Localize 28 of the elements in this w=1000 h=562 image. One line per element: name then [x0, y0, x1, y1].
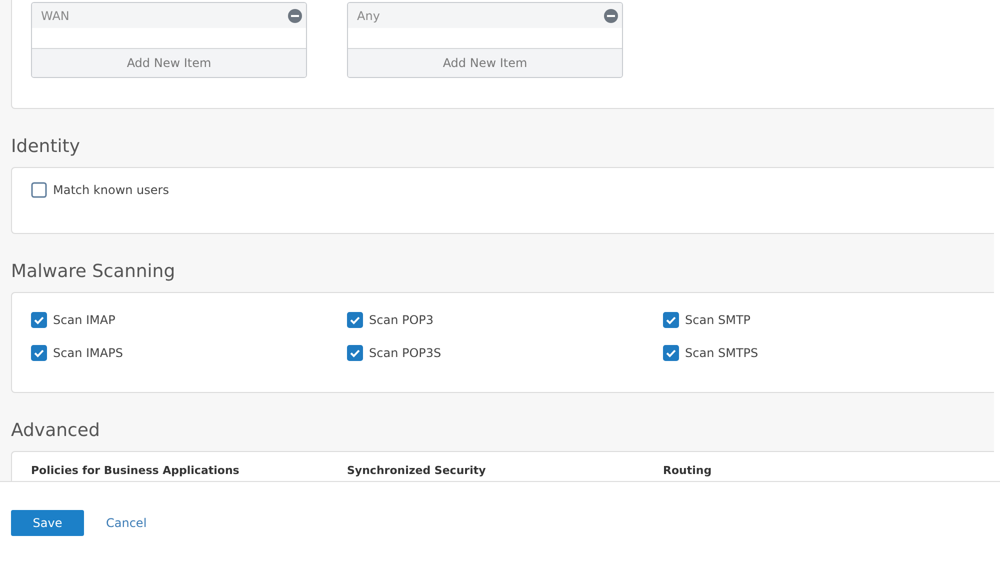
cancel-link[interactable]: Cancel — [106, 516, 147, 530]
checkbox-label: Match known users — [53, 183, 169, 197]
checkbox-label: Scan POP3S — [369, 346, 442, 360]
checkbox-label: Scan POP3 — [369, 313, 434, 327]
save-button[interactable]: Save — [11, 510, 84, 536]
section-title: Identity — [10, 135, 81, 159]
checkbox-label: Scan SMTP — [685, 313, 751, 327]
checkbox-label: Scan IMAPS — [53, 346, 123, 360]
list-item: WAN — [41, 8, 70, 22]
checkbox[interactable] — [31, 182, 47, 198]
remove-icon[interactable] — [288, 8, 302, 22]
list-item: Any — [357, 8, 380, 22]
add-item-button[interactable]: Add New Item — [348, 48, 622, 77]
section-title: Malware Scanning — [10, 260, 176, 284]
checkbox[interactable] — [347, 345, 363, 361]
checkbox[interactable] — [31, 312, 47, 328]
remove-icon[interactable] — [604, 8, 618, 22]
section-title: Advanced — [10, 419, 101, 443]
subsection-heading: Synchronized Security — [347, 464, 487, 477]
checkbox-label: Scan IMAP — [53, 313, 116, 327]
checkbox[interactable] — [31, 345, 47, 361]
checkbox-label: Scan SMTPS — [685, 346, 758, 360]
checkbox[interactable] — [663, 312, 679, 328]
subsection-heading: Routing — [663, 464, 713, 477]
checkbox[interactable] — [347, 312, 363, 328]
subsection-heading: Policies for Business Applications — [31, 464, 240, 477]
checkbox[interactable] — [663, 345, 679, 361]
add-item-button[interactable]: Add New Item — [32, 48, 306, 77]
